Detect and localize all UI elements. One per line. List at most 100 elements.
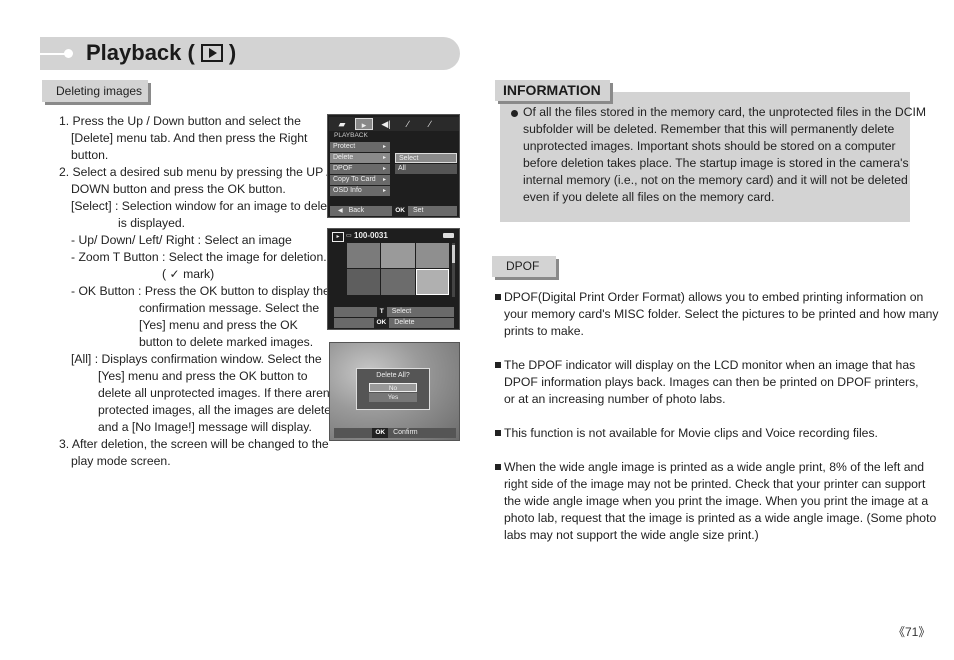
ok-key: OK: [392, 206, 408, 216]
dpof-line: This function is not available for Movie…: [495, 425, 878, 442]
thumbnail[interactable]: [381, 243, 415, 268]
section-tab-deleting-images: Deleting images: [42, 80, 148, 102]
thumbnail-selected[interactable]: [415, 268, 449, 295]
bullet-icon: [495, 463, 501, 470]
menu-list: Protect ▸ Delete ▸ DPOF ▸ Copy To Card ▸ OSD…: [330, 142, 390, 197]
playback-mode-icon: ▸: [332, 232, 344, 242]
bullet-icon: [495, 293, 501, 300]
dialog-title: Delete All?: [376, 372, 410, 379]
menu-item-delete[interactable]: Delete ▸: [330, 153, 390, 163]
step-line: DOWN button and press the OK button.: [71, 182, 286, 196]
back-label: Back: [348, 207, 365, 214]
dpof-line: labs may not support the wide angle size…: [504, 528, 759, 542]
ok-key: OK: [372, 428, 389, 438]
setup2-icon[interactable]: ∕: [421, 118, 439, 130]
info-line: even if you delete all files on the memo…: [523, 190, 775, 204]
scrollbar[interactable]: [452, 243, 455, 297]
submenu-item-all[interactable]: All: [395, 164, 457, 174]
step-line: [All] : Displays confirmation window. Se…: [71, 352, 322, 366]
info-line: unprotected images. Important shots shou…: [523, 139, 896, 153]
menu-item-dpof[interactable]: DPOF ▸: [330, 164, 390, 174]
option-yes[interactable]: Yes: [369, 393, 417, 402]
confirm-footer: OK Confirm: [334, 428, 456, 438]
info-line: internal memory (i.e., not on the memory…: [523, 173, 908, 187]
title-suffix: ): [228, 40, 237, 65]
title-decor-dot: [64, 49, 73, 58]
arrow-right-icon: ▸: [382, 155, 386, 161]
menu-footer: ◀ Back OK Set: [330, 206, 457, 216]
lcd-screen-select: ▸ ▭ 100-0031 T Select OK Delete: [327, 228, 460, 330]
step-line: 3. After deletion, the screen will be ch…: [59, 437, 329, 451]
step-line: [Delete] menu tab. And then press the Ri…: [71, 131, 308, 145]
lcd-screen-menu: ▰ ▸ ◀| ∕ ∕ PLAYBACK Protect ▸ Delete ▸ DPO…: [327, 114, 460, 218]
scrollbar-thumb[interactable]: [452, 245, 455, 263]
dpof-line: or at an increasing number of photo labs…: [504, 392, 726, 406]
camera-setup-icon[interactable]: ▰: [333, 118, 351, 130]
dpof-line: photo lab, request that the image is pri…: [504, 511, 937, 525]
sound-icon[interactable]: ◀|: [377, 118, 395, 130]
thumbnail-grid: [347, 243, 449, 295]
thumbnail[interactable]: [347, 243, 381, 268]
bullet-icon: [511, 110, 518, 117]
file-number: 100-0031: [354, 231, 388, 240]
page-number: 《71》: [893, 625, 931, 639]
menu-item-label: Protect: [333, 143, 356, 150]
menu-item-label: OSD Info: [333, 187, 362, 194]
select-label: Select: [391, 308, 412, 315]
section-tab-dpof: DPOF: [492, 256, 556, 277]
arrow-right-icon: ▸: [382, 188, 386, 194]
dpof-line: DPOF(Digital Print Order Format) allows …: [495, 289, 923, 306]
playback-tab-icon[interactable]: ▸: [355, 118, 373, 130]
step-line: button.: [71, 148, 109, 162]
delete-all-dialog: Delete All? No Yes: [356, 368, 430, 410]
thumbnail[interactable]: [347, 268, 381, 295]
step-line: and a [No Image!] message will display.: [98, 420, 312, 434]
step-line: - Zoom T Button : Select the image for d…: [71, 250, 327, 264]
info-line: before deletion takes place. The startup…: [523, 156, 909, 170]
option-no[interactable]: No: [369, 383, 417, 392]
submenu-item-select[interactable]: Select: [395, 153, 457, 163]
menu-tab-bar: ▰ ▸ ◀| ∕ ∕: [329, 117, 459, 131]
step-line: delete all unprotected images. If there …: [98, 386, 336, 400]
information-label: INFORMATION: [495, 80, 610, 101]
dpof-line: prints to make.: [504, 324, 584, 338]
battery-icon: [443, 233, 454, 238]
thumbnail[interactable]: [415, 243, 449, 268]
folder-icon: ▭: [346, 233, 352, 239]
step-line: protected images, all the images are del…: [98, 403, 338, 417]
step-line: [Yes] menu and press the OK button to: [98, 369, 308, 383]
menu-item-label: Delete: [333, 154, 354, 161]
setup1-icon[interactable]: ∕: [399, 118, 417, 130]
menu-item-copy-to-card[interactable]: Copy To Card ▸: [330, 175, 390, 185]
delete-label: Delete: [394, 319, 415, 326]
arrow-right-icon: ▸: [382, 166, 386, 172]
menu-item-protect[interactable]: Protect ▸: [330, 142, 390, 152]
dpof-line: The DPOF indicator will display on the L…: [495, 357, 915, 374]
menu-item-osd-info[interactable]: OSD Info ▸: [330, 186, 390, 196]
title-decor-line: [40, 53, 65, 55]
step-line: 1. Press the Up / Down button and select…: [59, 114, 301, 128]
back-arrow-icon: ◀: [338, 208, 343, 214]
ok-key: OK: [373, 318, 390, 328]
select-footer-row: T Select: [334, 307, 454, 317]
play-mode-icon: [200, 44, 223, 62]
menu-title: PLAYBACK: [334, 132, 368, 139]
step-line: confirmation message. Select the: [139, 301, 320, 315]
step-line: 2. Select a desired sub menu by pressing…: [59, 165, 330, 179]
dpof-line: right side of the image may not be print…: [504, 477, 926, 491]
step-line: button to delete marked images.: [139, 335, 314, 349]
t-key: T: [376, 307, 387, 317]
step-line: play mode screen.: [71, 454, 171, 468]
dpof-line: DPOF information plays back. Images can …: [504, 375, 919, 389]
dpof-line: your memory card's MISC folder. Select t…: [504, 307, 939, 321]
thumbnail[interactable]: [381, 268, 415, 295]
check-mark-note: ( ✓ mark): [162, 267, 215, 281]
step-line: - Up/ Down/ Left/ Right : Select an imag…: [71, 233, 292, 247]
step-line: [Yes] menu and press the OK: [139, 318, 298, 332]
bullet-icon: [495, 429, 501, 436]
dpof-line: the wide angle image when you print the …: [504, 494, 929, 508]
dpof-line: When the wide angle image is printed as …: [495, 459, 924, 476]
step-line: - OK Button : Press the OK button to dis…: [71, 284, 330, 298]
step-line: [Select] : Selection window for an image…: [71, 199, 338, 213]
info-line: Of all the files stored in the memory ca…: [523, 105, 927, 119]
